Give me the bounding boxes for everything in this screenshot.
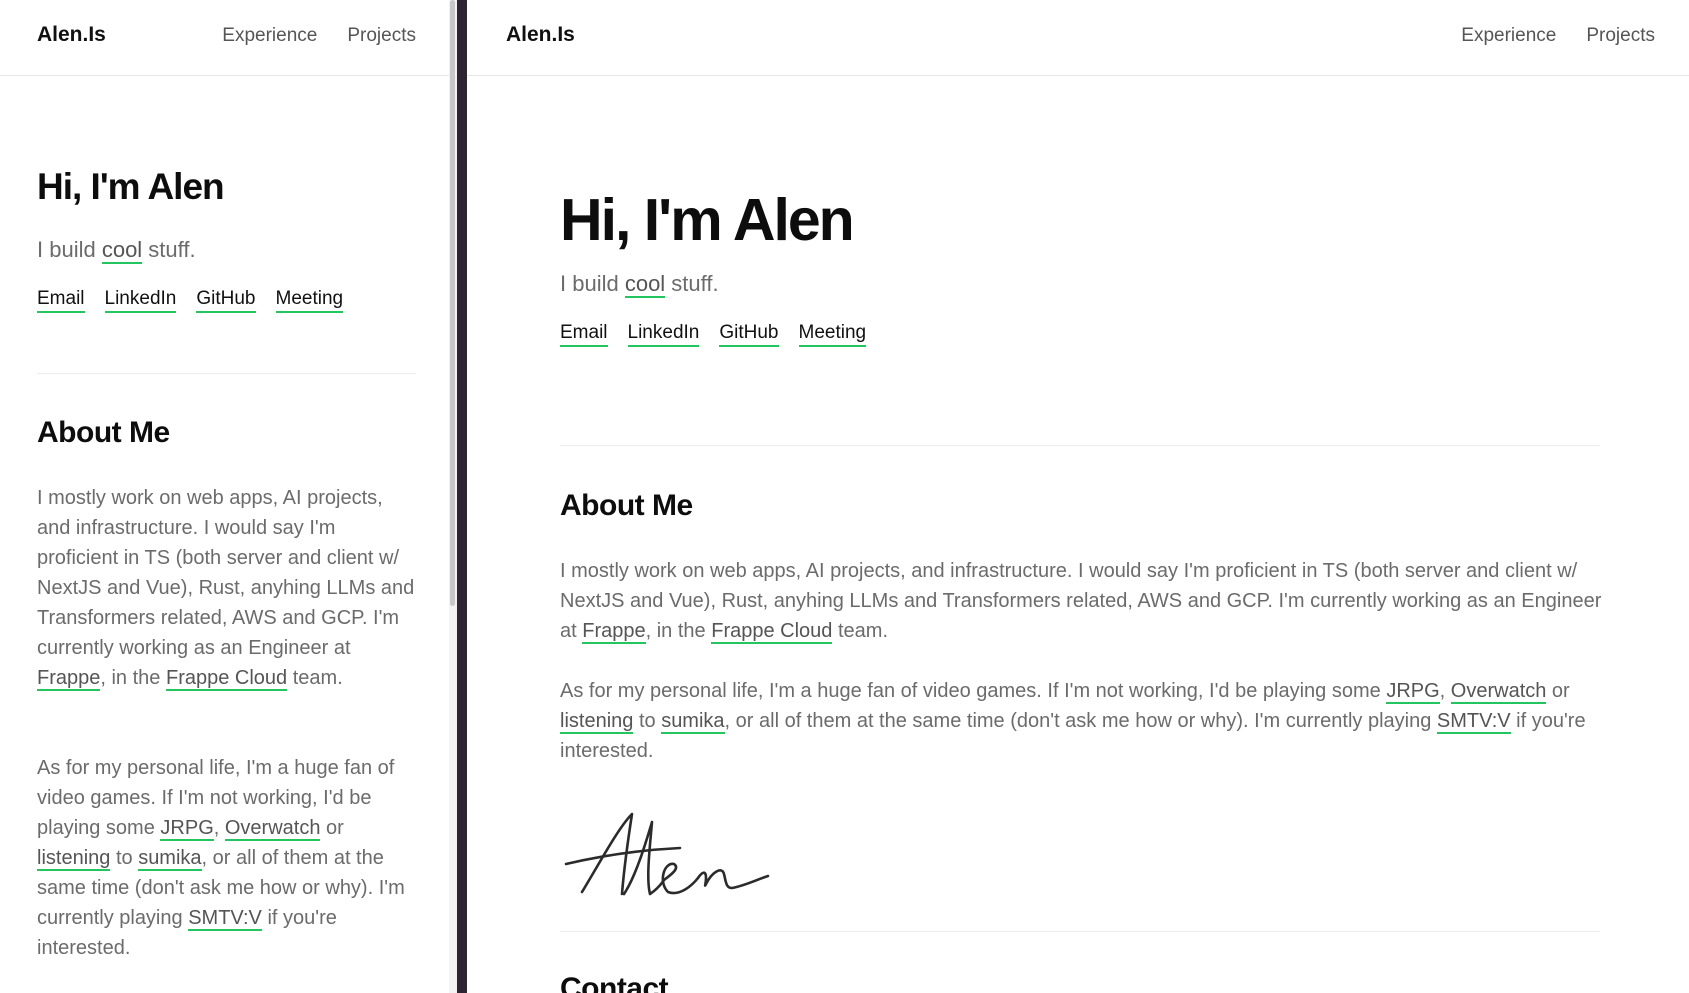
subtitle-text: I build: [560, 271, 625, 296]
section-divider: [560, 445, 1600, 446]
frappe-link[interactable]: Frappe: [37, 667, 101, 691]
frappe-cloud-link[interactable]: Frappe Cloud: [165, 667, 288, 691]
cool-link[interactable]: cool: [101, 237, 143, 264]
split-divider[interactable]: [457, 0, 467, 993]
hero-subtitle: I build cool stuff.: [560, 271, 719, 298]
linkedin-link[interactable]: LinkedIn: [627, 322, 700, 347]
handwritten-signature: [564, 812, 770, 896]
paragraph-text: , or all of them at the same time (don't…: [724, 710, 1437, 732]
listening-link[interactable]: listening: [560, 710, 634, 734]
about-paragraph-work: I mostly work on web apps, AI projects, …: [560, 556, 1605, 646]
github-link[interactable]: GitHub: [719, 322, 779, 347]
paragraph-text: to: [633, 710, 662, 732]
sumika-link[interactable]: sumika: [138, 847, 202, 871]
meeting-link[interactable]: Meeting: [798, 322, 867, 347]
right-pane: Alen.Is Experience Projects Hi, I'm Alen…: [467, 0, 1689, 993]
linkedin-link[interactable]: LinkedIn: [104, 288, 177, 313]
top-nav: Alen.Is Experience Projects: [0, 0, 449, 76]
left-pane: Alen.Is Experience Projects Hi, I'm Alen…: [0, 0, 449, 993]
nav-link-experience[interactable]: Experience: [1461, 25, 1556, 47]
nav-links: Experience Projects: [1461, 25, 1655, 47]
paragraph-text: ,: [1439, 680, 1451, 702]
listening-link[interactable]: listening: [37, 847, 111, 871]
brand-logo[interactable]: Alen.Is: [37, 23, 106, 47]
paragraph-text: As for my personal life, I'm a huge fan …: [560, 680, 1387, 702]
jrpg-link[interactable]: JRPG: [160, 817, 214, 841]
nav-link-projects[interactable]: Projects: [1586, 25, 1655, 47]
overwatch-link[interactable]: Overwatch: [224, 817, 321, 841]
nav-links: Experience Projects: [222, 25, 416, 47]
nav-link-projects[interactable]: Projects: [347, 25, 416, 47]
about-paragraph-personal: As for my personal life, I'm a huge fan …: [37, 753, 419, 963]
frappe-link[interactable]: Frappe: [582, 620, 646, 644]
paragraph-text: or: [320, 817, 344, 839]
section-divider: [37, 373, 416, 374]
subtitle-text: I build: [37, 237, 102, 262]
nav-link-experience[interactable]: Experience: [222, 25, 317, 47]
hero-title: Hi, I'm Alen: [560, 187, 855, 253]
paragraph-text: , in the: [645, 620, 712, 642]
paragraph-text: or: [1546, 680, 1570, 702]
overwatch-link[interactable]: Overwatch: [1450, 680, 1547, 704]
paragraph-text: team.: [832, 620, 888, 642]
about-paragraph-personal: As for my personal life, I'm a huge fan …: [560, 676, 1605, 766]
about-heading: About Me: [37, 416, 170, 449]
paragraph-text: to: [110, 847, 139, 869]
paragraph-text: , in the: [100, 667, 166, 689]
social-links: Email LinkedIn GitHub Meeting: [560, 322, 867, 347]
hero-subtitle: I build cool stuff.: [37, 237, 196, 264]
sumika-link[interactable]: sumika: [661, 710, 725, 734]
meeting-link[interactable]: Meeting: [275, 288, 344, 313]
section-divider: [560, 931, 1600, 932]
paragraph-text: ,: [213, 817, 225, 839]
contact-heading: Contact: [560, 972, 669, 993]
brand-logo[interactable]: Alen.Is: [506, 23, 575, 47]
about-heading: About Me: [560, 489, 693, 522]
email-link[interactable]: Email: [37, 288, 85, 313]
jrpg-link[interactable]: JRPG: [1386, 680, 1440, 704]
about-paragraph-work: I mostly work on web apps, AI projects, …: [37, 483, 419, 693]
subtitle-text: stuff.: [142, 237, 196, 262]
paragraph-text: I mostly work on web apps, AI projects, …: [37, 487, 415, 659]
social-links: Email LinkedIn GitHub Meeting: [37, 288, 344, 313]
paragraph-text: team.: [287, 667, 343, 689]
top-nav: Alen.Is Experience Projects: [467, 0, 1689, 76]
smtv-link[interactable]: SMTV:V: [188, 907, 262, 931]
subtitle-text: stuff.: [665, 271, 719, 296]
hero-title: Hi, I'm Alen: [37, 166, 225, 207]
split-view: Alen.Is Experience Projects Hi, I'm Alen…: [0, 0, 1689, 993]
smtv-link[interactable]: SMTV:V: [1436, 710, 1511, 734]
github-link[interactable]: GitHub: [196, 288, 256, 313]
cool-link[interactable]: cool: [624, 271, 666, 298]
email-link[interactable]: Email: [560, 322, 608, 347]
scrollbar-thumb[interactable]: [450, 0, 455, 606]
frappe-cloud-link[interactable]: Frappe Cloud: [711, 620, 833, 644]
